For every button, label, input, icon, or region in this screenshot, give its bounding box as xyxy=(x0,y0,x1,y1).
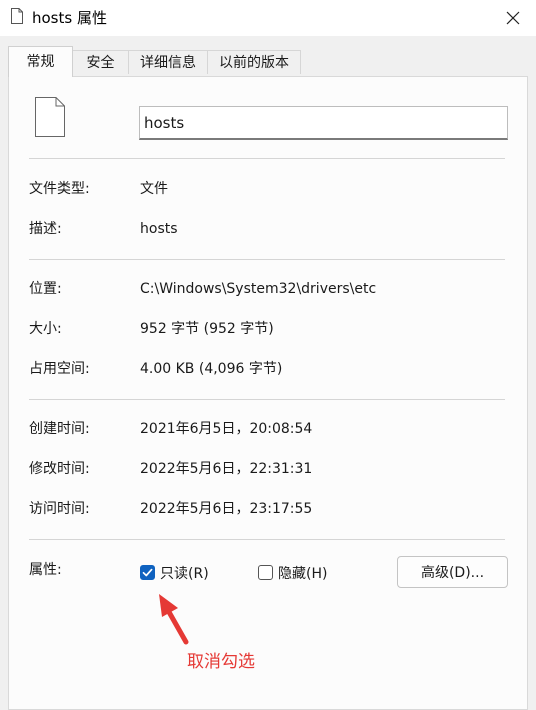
advanced-button[interactable]: 高级(D)... xyxy=(397,556,508,588)
tab-general[interactable]: 常规 xyxy=(8,46,73,77)
divider xyxy=(29,399,505,400)
location-value: C:\Windows\System32\drivers\etc xyxy=(140,281,377,297)
annotation-text: 取消勾选 xyxy=(187,652,255,672)
divider xyxy=(29,539,505,540)
created-label: 创建时间: xyxy=(29,421,90,437)
tab-security[interactable]: 安全 xyxy=(72,50,129,74)
title-bar: hosts 属性 xyxy=(0,0,536,36)
created-value: 2021年6月5日，20:08:54 xyxy=(140,421,313,437)
modified-value: 2022年5月6日，22:31:31 xyxy=(140,461,313,477)
file-icon xyxy=(35,97,65,137)
close-icon xyxy=(506,11,520,25)
description-label: 描述: xyxy=(29,221,62,237)
readonly-checkbox[interactable] xyxy=(140,565,155,580)
size-label: 大小: xyxy=(29,321,62,337)
hidden-label[interactable]: 隐藏(H) xyxy=(278,564,327,584)
divider xyxy=(29,259,505,260)
tab-previous-versions[interactable]: 以前的版本 xyxy=(207,50,301,74)
description-value: hosts xyxy=(140,221,178,237)
checkmark-icon xyxy=(142,568,153,577)
close-button[interactable] xyxy=(490,0,536,36)
tab-bar: 常规 安全 详细信息 以前的版本 xyxy=(0,36,536,77)
divider xyxy=(29,158,505,159)
file-icon xyxy=(11,8,23,24)
file-name-input[interactable] xyxy=(139,106,508,140)
readonly-label[interactable]: 只读(R) xyxy=(160,564,209,584)
attributes-label: 属性: xyxy=(29,562,62,578)
modified-label: 修改时间: xyxy=(29,461,90,477)
accessed-label: 访问时间: xyxy=(29,501,90,517)
file-type-value: 文件 xyxy=(140,181,168,197)
hidden-checkbox[interactable] xyxy=(258,565,273,580)
accessed-value: 2022年5月6日，23:17:55 xyxy=(140,501,313,517)
size-value: 952 字节 (952 字节) xyxy=(140,321,274,337)
window-title: hosts 属性 xyxy=(32,9,107,27)
size-on-disk-value: 4.00 KB (4,096 字节) xyxy=(140,361,283,377)
location-label: 位置: xyxy=(29,281,62,297)
general-panel xyxy=(8,76,528,710)
file-type-label: 文件类型: xyxy=(29,181,90,197)
red-arrow-icon xyxy=(159,594,189,645)
tab-details[interactable]: 详细信息 xyxy=(128,50,208,74)
size-on-disk-label: 占用空间: xyxy=(29,361,90,377)
